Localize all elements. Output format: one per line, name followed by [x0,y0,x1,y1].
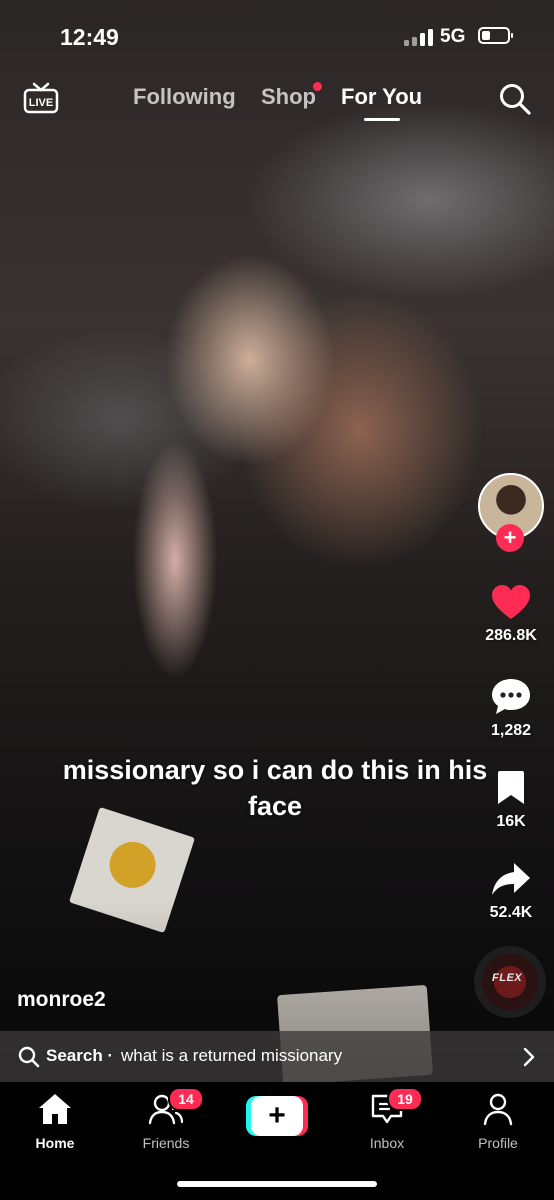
plus-icon: + [251,1096,303,1136]
comment-count: 1,282 [490,722,532,739]
share-button[interactable]: 52.4K [471,860,551,922]
heart-icon [492,585,530,619]
nav-friends-label: Friends [142,1135,190,1151]
search-prefix: Search · [46,1046,114,1065]
network-type: 5G [440,26,466,47]
battery-icon [478,27,513,44]
nav-home[interactable]: Home [10,1092,100,1151]
comment-button[interactable]: 1,282 [471,676,551,740]
top-tabs: Following Shop For You [0,84,554,124]
search-icon [18,1046,40,1068]
status-bar: 12:49 5G [0,0,554,70]
search-query: what is a returned missionary [121,1046,343,1065]
nav-inbox-label: Inbox [369,1135,405,1151]
bookmark-icon [498,771,524,804]
search-icon [500,84,531,115]
home-indicator [177,1181,377,1187]
like-count: 286.8K [485,627,537,644]
share-arrow-icon [492,863,530,895]
nav-inbox[interactable]: Inbox 19 [342,1087,432,1151]
inbox-badge: 19 [387,1087,423,1111]
shop-notification-dot [313,82,322,91]
search-button[interactable] [498,82,532,116]
video-caption: missionary so i can do this in his face [62,755,488,821]
follow-button[interactable]: + [496,524,524,552]
music-disc-label: FLEX [492,972,523,984]
comment-icon [492,679,530,714]
profile-icon [483,1093,513,1126]
signal-icon [404,28,434,46]
nav-home-label: Home [35,1135,75,1151]
nav-friends[interactable]: Friends 14 [121,1087,211,1151]
status-time: 12:49 [60,24,119,50]
tab-following[interactable]: Following [133,84,236,110]
nav-profile[interactable]: Profile [453,1092,543,1151]
tab-for-you[interactable]: For You [341,84,422,110]
tab-shop[interactable]: Shop [261,84,316,110]
search-suggestion-bar[interactable]: Search · what is a returned missionary [0,1031,554,1082]
chevron-right-icon [523,1047,535,1067]
home-icon [39,1094,71,1124]
share-count: 52.4K [489,904,533,921]
like-button[interactable]: 286.8K [471,583,551,645]
active-tab-indicator [364,118,400,121]
friends-badge: 14 [168,1087,204,1111]
creator-username[interactable]: monroe2 [17,988,106,1012]
create-button[interactable]: + [246,1096,308,1136]
music-disc[interactable]: FLEX [482,954,538,1010]
nav-profile-label: Profile [478,1135,518,1151]
